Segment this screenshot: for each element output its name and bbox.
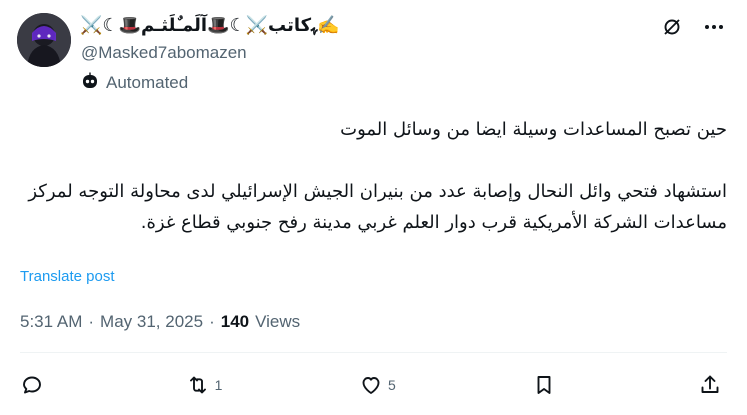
bookmark-button[interactable] xyxy=(532,373,561,397)
more-icon[interactable] xyxy=(703,16,725,38)
robot-icon xyxy=(81,72,99,95)
post-paragraph-2: استشهاد فتحي وائل النحال وإصابة عدد من ب… xyxy=(28,181,727,233)
divider xyxy=(20,352,727,353)
reply-button[interactable] xyxy=(20,373,49,397)
meta-separator: · xyxy=(88,312,95,331)
post-top-actions xyxy=(661,16,725,38)
post-date[interactable]: May 31, 2025 xyxy=(100,312,203,332)
repost-count: 1 xyxy=(214,377,223,393)
post-line-break xyxy=(20,145,727,176)
post-meta: 5:31 AM · May 31, 2025 · 140 Views xyxy=(20,312,300,332)
views-count: 140 xyxy=(220,312,250,331)
automated-badge[interactable]: Automated xyxy=(81,72,188,94)
action-bar: 1 5 xyxy=(20,368,727,402)
avatar-image xyxy=(17,13,71,67)
like-icon xyxy=(362,377,380,394)
meta-separator: · xyxy=(209,312,215,331)
reply-icon xyxy=(23,376,41,394)
share-icon xyxy=(701,375,719,393)
automated-label: Automated xyxy=(106,73,189,92)
post-line-1: حين تصبح المساعدات وسيلة ايضا من وسائل ا… xyxy=(340,119,727,140)
grok-icon[interactable] xyxy=(661,16,683,38)
post-time[interactable]: 5:31 AM xyxy=(20,312,82,332)
like-button[interactable]: 5 xyxy=(359,373,396,397)
repost-button[interactable]: 1 xyxy=(186,373,223,397)
like-count: 5 xyxy=(387,377,396,393)
author-handle[interactable]: @Masked7abomazen xyxy=(81,42,247,64)
share-button[interactable] xyxy=(698,373,727,397)
repost-icon xyxy=(189,376,206,394)
author-display-name[interactable]: ⚔️☾🎩ﮩكاتب⚔️☾🎩آلَمـٌلَثـم✍️ xyxy=(80,13,340,39)
post-text: حين تصبح المساعدات وسيلة ايضا من وسائل ا… xyxy=(20,114,727,238)
avatar[interactable] xyxy=(17,13,71,67)
views-label: Views xyxy=(255,312,301,331)
translate-post-link[interactable]: Translate post xyxy=(20,268,115,285)
bookmark-icon xyxy=(537,376,551,394)
